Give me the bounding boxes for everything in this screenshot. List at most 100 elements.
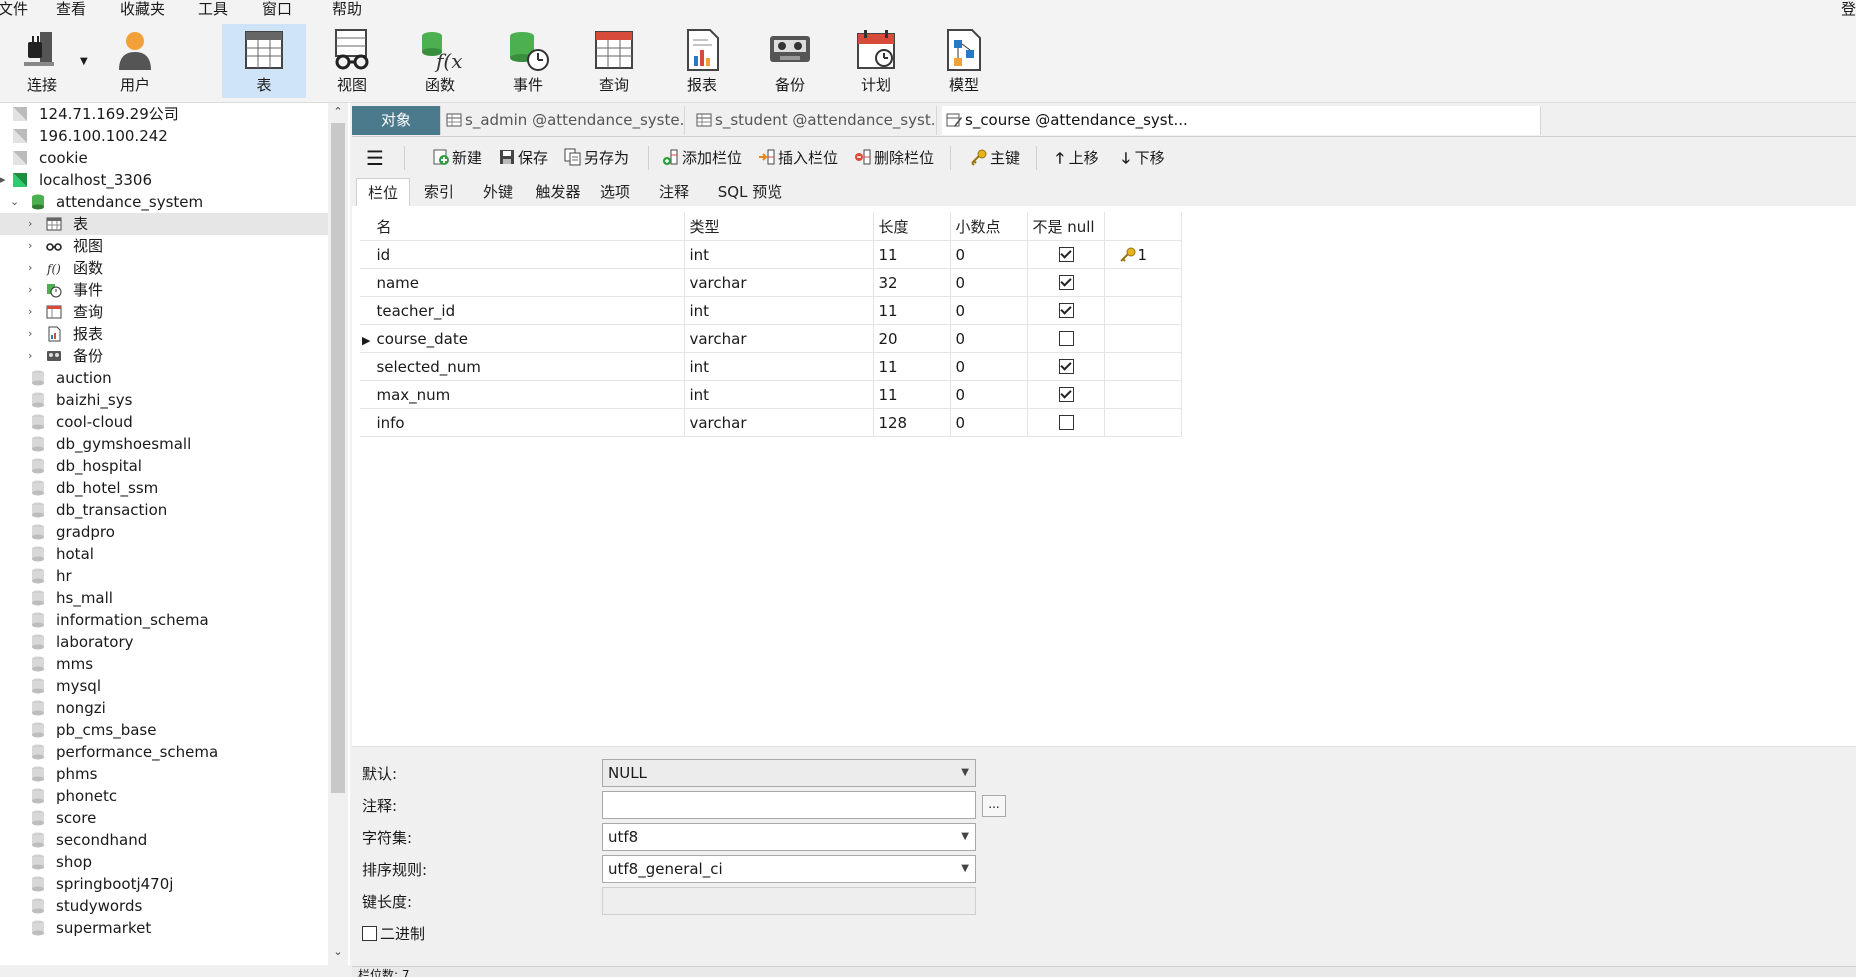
tree-connection[interactable]: 124.71.169.29公司 — [0, 103, 330, 125]
field-not-null-cell[interactable] — [1027, 380, 1106, 409]
ribbon-table-button[interactable]: 表 — [222, 24, 306, 98]
menu-tools[interactable]: 工具 — [198, 0, 228, 19]
ribbon-function-button[interactable]: f(x) 函数 — [398, 24, 482, 98]
tab-comments[interactable]: 注释 — [644, 178, 704, 206]
chevron-down-icon[interactable]: ▼ — [80, 56, 88, 67]
tree-database[interactable]: phms — [0, 763, 330, 785]
field-not-null-cell[interactable] — [1027, 296, 1106, 325]
save-button[interactable]: 保存 — [498, 146, 548, 170]
tree-database[interactable]: secondhand — [0, 829, 330, 851]
field-not-null-cell[interactable] — [1027, 268, 1106, 297]
menu-view[interactable]: 查看 — [56, 0, 86, 19]
field-length-cell[interactable]: 20 — [873, 324, 952, 353]
not-null-checkbox[interactable] — [1058, 414, 1074, 430]
tree-database[interactable]: springbootj470j — [0, 873, 330, 895]
field-length-cell[interactable]: 11 — [873, 240, 952, 269]
add-field-button[interactable]: 添加栏位 — [662, 146, 742, 170]
tree-database[interactable]: shop — [0, 851, 330, 873]
field-name-cell[interactable]: course_date — [372, 324, 686, 353]
tree-node-queries[interactable]: › 查询 — [0, 301, 330, 323]
tree-database[interactable]: hr — [0, 565, 330, 587]
sidebar-scrollbar[interactable]: ⌃ ⌄ — [328, 103, 348, 965]
tree-database[interactable]: studywords — [0, 895, 330, 917]
table-row[interactable]: info varchar 128 0 — [360, 408, 1183, 437]
field-type-cell[interactable]: int — [684, 380, 875, 409]
tab-objects[interactable]: 对象 — [352, 106, 441, 135]
collation-select[interactable]: utf8_general_ci ▼ — [602, 855, 976, 883]
chevron-down-icon[interactable]: ⌄ — [10, 191, 19, 213]
field-type-cell[interactable]: varchar — [684, 324, 875, 353]
field-length-cell[interactable]: 128 — [873, 408, 952, 437]
header-name[interactable]: 名 — [372, 212, 686, 241]
tree-node-tables[interactable]: › 表 — [0, 213, 330, 235]
move-up-button[interactable]: 🡑 上移 — [1056, 146, 1099, 170]
insert-field-button[interactable]: 插入栏位 — [758, 146, 838, 170]
tree-connection[interactable]: cookie — [0, 147, 330, 169]
checkbox-box[interactable] — [362, 926, 377, 941]
field-length-cell[interactable]: 11 — [873, 352, 952, 381]
not-null-checkbox[interactable] — [1058, 274, 1074, 290]
field-not-null-cell[interactable] — [1027, 324, 1106, 353]
header-decimals[interactable]: 小数点 — [950, 212, 1029, 241]
field-decimals-cell[interactable]: 0 — [950, 268, 1029, 297]
not-null-checkbox[interactable] — [1058, 386, 1074, 402]
chevron-right-icon[interactable]: › — [28, 235, 32, 257]
field-decimals-cell[interactable]: 0 — [950, 352, 1029, 381]
tree-database[interactable]: gradpro — [0, 521, 330, 543]
field-type-cell[interactable]: varchar — [684, 408, 875, 437]
field-name-cell[interactable]: id — [372, 240, 686, 269]
field-name-cell[interactable]: max_num — [372, 380, 686, 409]
tab-sql-preview[interactable]: SQL 预览 — [708, 178, 792, 206]
delete-field-button[interactable]: 删除栏位 — [854, 146, 934, 170]
ribbon-view-button[interactable]: 视图 — [310, 24, 394, 98]
hamburger-menu-icon[interactable]: ☰ — [366, 146, 384, 170]
tab-foreign-keys[interactable]: 外键 — [470, 178, 526, 206]
tree-database[interactable]: db_hospital — [0, 455, 330, 477]
chevron-right-icon[interactable]: › — [28, 323, 32, 345]
move-down-button[interactable]: 🡓 下移 — [1122, 146, 1165, 170]
table-row[interactable]: name varchar 32 0 — [360, 268, 1183, 297]
tree-database[interactable]: score — [0, 807, 330, 829]
tree-database[interactable]: supermarket — [0, 917, 330, 939]
tab-s-admin[interactable]: s_admin @attendance_syste... — [442, 106, 685, 135]
chevron-right-icon[interactable]: › — [28, 213, 32, 235]
field-not-null-cell[interactable] — [1027, 352, 1106, 381]
table-row[interactable]: selected_num int 11 0 — [360, 352, 1183, 381]
tree-database-open[interactable]: ⌄ attendance_system — [0, 191, 330, 213]
table-row[interactable]: id int 11 0 1 — [360, 240, 1183, 269]
field-length-cell[interactable]: 11 — [873, 380, 952, 409]
not-null-checkbox[interactable] — [1058, 330, 1074, 346]
tree-database[interactable]: nongzi — [0, 697, 330, 719]
charset-select[interactable]: utf8 ▼ — [602, 823, 976, 851]
comment-expand-button[interactable]: ... — [982, 795, 1006, 817]
field-length-cell[interactable]: 11 — [873, 296, 952, 325]
tree-database[interactable]: information_schema — [0, 609, 330, 631]
tree-database[interactable]: performance_schema — [0, 741, 330, 763]
tab-s-course[interactable]: s_course @attendance_syst... — [942, 106, 1541, 135]
field-type-cell[interactable]: int — [684, 296, 875, 325]
ribbon-event-button[interactable]: 事件 — [486, 24, 570, 98]
field-length-cell[interactable]: 32 — [873, 268, 952, 297]
tree-database[interactable]: db_gymshoesmall — [0, 433, 330, 455]
chevron-right-icon[interactable]: ▸ — [0, 169, 6, 191]
tree-database[interactable]: laboratory — [0, 631, 330, 653]
menu-help[interactable]: 帮助 — [332, 0, 362, 19]
ribbon-user-button[interactable]: 用户 — [93, 24, 177, 98]
tree-database[interactable]: cool-cloud — [0, 411, 330, 433]
field-not-null-cell[interactable] — [1027, 240, 1106, 269]
tab-s-student[interactable]: s_student @attendance_syst... — [692, 106, 937, 135]
table-row[interactable]: max_num int 11 0 — [360, 380, 1183, 409]
header-type[interactable]: 类型 — [684, 212, 875, 241]
new-button[interactable]: 新建 — [432, 146, 482, 170]
field-type-cell[interactable]: varchar — [684, 268, 875, 297]
field-name-cell[interactable]: info — [372, 408, 686, 437]
tree-node-reports[interactable]: › 报表 — [0, 323, 330, 345]
tree-node-events[interactable]: › 事件 — [0, 279, 330, 301]
chevron-right-icon[interactable]: › — [28, 345, 32, 367]
ribbon-backup-button[interactable]: 备份 — [748, 24, 832, 98]
not-null-checkbox[interactable] — [1058, 302, 1074, 318]
tree-database[interactable]: pb_cms_base — [0, 719, 330, 741]
chevron-right-icon[interactable]: › — [28, 279, 32, 301]
scroll-down-arrow-icon[interactable]: ⌄ — [328, 945, 348, 958]
tree-node-views[interactable]: › 视图 — [0, 235, 330, 257]
